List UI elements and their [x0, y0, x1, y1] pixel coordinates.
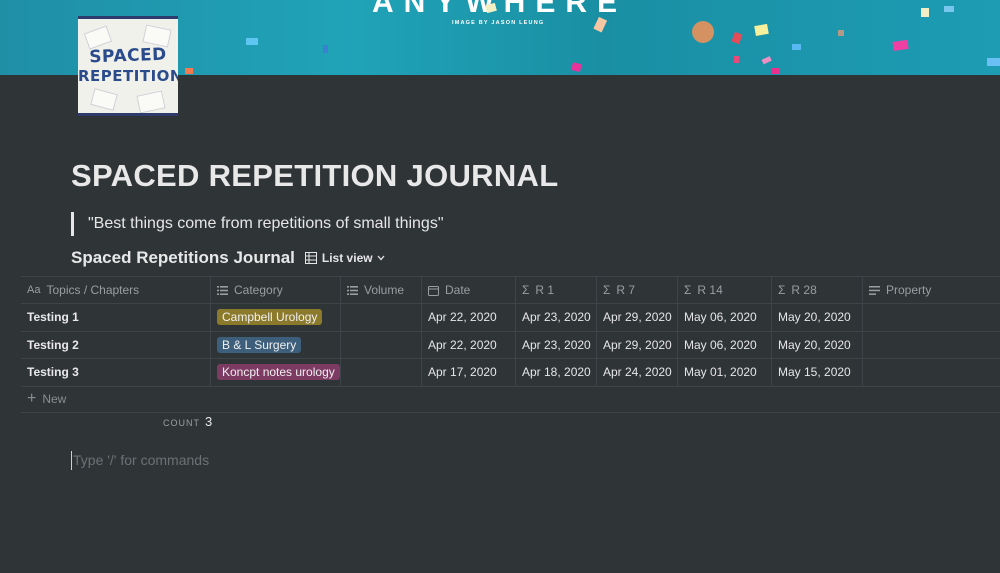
property-cell[interactable] [863, 304, 1000, 331]
date-cell[interactable]: Apr 22, 2020 [422, 331, 516, 358]
count-aggregate[interactable]: COUNT 3 [163, 414, 212, 429]
table-header-row: Aa Topics / Chapters Category Volume Dat… [21, 276, 1000, 304]
calendar-icon [428, 285, 439, 296]
row-title[interactable]: Testing 3 [21, 359, 211, 386]
category-cell[interactable]: Koncpt notes urology [211, 359, 341, 386]
date-cell[interactable]: Apr 22, 2020 [422, 304, 516, 331]
category-cell[interactable]: Campbell Urology [211, 304, 341, 331]
page-icon-spaced-repetition-logo[interactable]: SPACED REPETITION [78, 16, 178, 116]
r7-cell[interactable]: Apr 24, 2020 [597, 359, 678, 386]
r28-cell[interactable]: May 15, 2020 [772, 359, 863, 386]
column-header-r14[interactable]: Σ R 14 [678, 277, 772, 303]
r28-cell[interactable]: May 20, 2020 [772, 304, 863, 331]
r7-cell[interactable]: Apr 29, 2020 [597, 304, 678, 331]
chevron-down-icon [377, 255, 385, 261]
category-cell[interactable]: B & L Surgery [211, 331, 341, 358]
volume-cell[interactable] [341, 359, 422, 386]
column-header-r1[interactable]: Σ R 1 [516, 277, 597, 303]
property-cell[interactable] [863, 359, 1000, 386]
r14-cell[interactable]: May 06, 2020 [678, 331, 772, 358]
list-icon [347, 285, 358, 295]
new-row-label: New [42, 392, 67, 406]
card-doodle [90, 88, 118, 111]
count-value: 3 [205, 414, 213, 429]
page-title[interactable]: SPACED REPETITION JOURNAL [71, 158, 558, 194]
row-title[interactable]: Testing 2 [21, 331, 211, 358]
column-header-r28[interactable]: Σ R 28 [772, 277, 863, 303]
lines-icon [869, 285, 880, 295]
volume-cell[interactable] [341, 304, 422, 331]
database-header: Spaced Repetitions Journal List view [71, 248, 390, 268]
r1-cell[interactable]: Apr 23, 2020 [516, 304, 597, 331]
column-header-category[interactable]: Category [211, 277, 341, 303]
column-header-date[interactable]: Date [422, 277, 516, 303]
table-icon [304, 252, 317, 264]
view-switcher-label: List view [321, 251, 373, 265]
category-tag: B & L Surgery [217, 336, 302, 353]
row-title[interactable]: Testing 1 [21, 304, 211, 331]
list-icon [217, 285, 228, 295]
sigma-icon: Σ [684, 283, 692, 297]
database-title[interactable]: Spaced Repetitions Journal [71, 248, 295, 268]
column-header-topics[interactable]: Aa Topics / Chapters [21, 277, 211, 303]
quote-block[interactable]: "Best things come from repetitions of sm… [71, 212, 444, 236]
text-aa-icon: Aa [27, 284, 41, 296]
icon-text-line1: SPACED [88, 44, 168, 68]
add-new-row-button[interactable]: + New [21, 387, 1000, 413]
sigma-icon: Σ [603, 283, 611, 297]
plus-icon: + [27, 390, 37, 407]
column-header-property[interactable]: Property [863, 277, 1000, 303]
date-cell[interactable]: Apr 17, 2020 [422, 359, 516, 386]
sigma-icon: Σ [778, 283, 786, 297]
icon-text-line2: REPETITION [78, 67, 178, 85]
r1-cell[interactable]: Apr 23, 2020 [516, 331, 597, 358]
sigma-icon: Σ [522, 283, 530, 297]
volume-cell[interactable] [341, 331, 422, 358]
r1-cell[interactable]: Apr 18, 2020 [516, 359, 597, 386]
column-header-volume[interactable]: Volume [341, 277, 422, 303]
property-cell[interactable] [863, 332, 1000, 359]
table-row[interactable]: Testing 1 Campbell Urology Apr 22, 2020 … [21, 304, 1000, 332]
database-table: Aa Topics / Chapters Category Volume Dat… [21, 276, 1000, 413]
card-doodle [136, 90, 166, 113]
r7-cell[interactable]: Apr 29, 2020 [597, 331, 678, 358]
r28-cell[interactable]: May 20, 2020 [772, 331, 863, 358]
command-input[interactable]: Type '/' for commands [71, 451, 209, 470]
view-switcher[interactable]: List view [304, 251, 390, 265]
r14-cell[interactable]: May 01, 2020 [678, 359, 772, 386]
r14-cell[interactable]: May 06, 2020 [678, 304, 772, 331]
category-tag: Campbell Urology [217, 309, 323, 326]
table-row[interactable]: Testing 3 Koncpt notes urology Apr 17, 2… [21, 359, 1000, 387]
column-header-r7[interactable]: Σ R 7 [597, 277, 678, 303]
count-label: COUNT [163, 418, 200, 428]
category-tag: Koncpt notes urology [217, 364, 340, 381]
table-row[interactable]: Testing 2 B & L Surgery Apr 22, 2020 Apr… [21, 331, 1000, 359]
